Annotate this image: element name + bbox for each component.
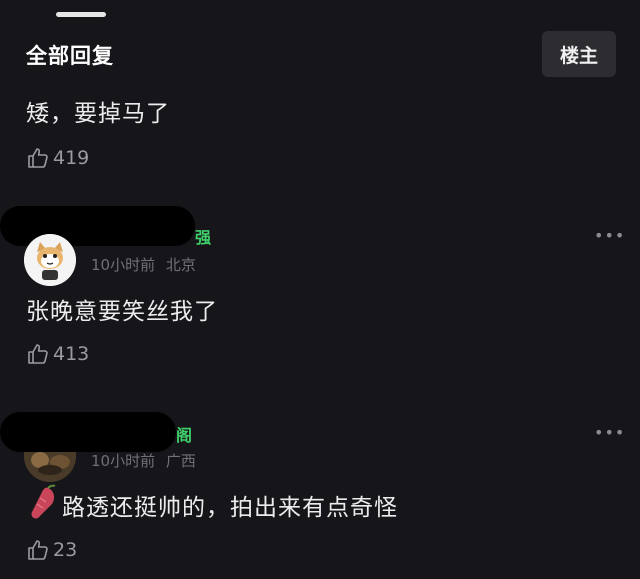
like-button[interactable]: 419	[26, 146, 89, 170]
comment-meta: 10小时前 北京	[91, 254, 196, 275]
comment-text: 路透还挺帅的，拍出来有点奇怪	[62, 495, 398, 521]
like-button[interactable]: 413	[26, 342, 89, 366]
comment-text: 矮，要掉马了	[26, 101, 170, 127]
op-only-button[interactable]: 楼主	[542, 31, 616, 77]
thumbs-up-icon	[28, 148, 48, 168]
cat-avatar-icon	[24, 234, 76, 286]
location: 广西	[165, 452, 196, 470]
avatar[interactable]	[24, 234, 76, 286]
thumbs-up-icon	[28, 540, 48, 560]
location: 北京	[165, 256, 196, 274]
like-count: 413	[53, 343, 90, 365]
more-options-button[interactable]: •••	[594, 226, 625, 245]
like-button[interactable]: 23	[26, 538, 77, 562]
more-options-button[interactable]: •••	[594, 423, 625, 442]
like-count: 419	[53, 147, 90, 169]
redaction-bar	[0, 206, 195, 246]
username[interactable]: 强	[195, 224, 211, 248]
redaction-bar	[0, 412, 176, 452]
timestamp: 10小时前	[91, 256, 156, 274]
sweet-potato-icon	[31, 484, 56, 519]
thumbs-up-icon	[28, 344, 48, 364]
page-title: 全部回复	[26, 44, 114, 68]
sheet-grabber[interactable]	[56, 12, 106, 17]
comment-meta: 10小时前 广西	[91, 450, 196, 471]
username[interactable]: 阁	[176, 422, 192, 446]
timestamp: 10小时前	[91, 452, 156, 470]
comment-text: 张晚意要笑丝我了	[26, 299, 218, 325]
like-count: 23	[53, 539, 78, 561]
